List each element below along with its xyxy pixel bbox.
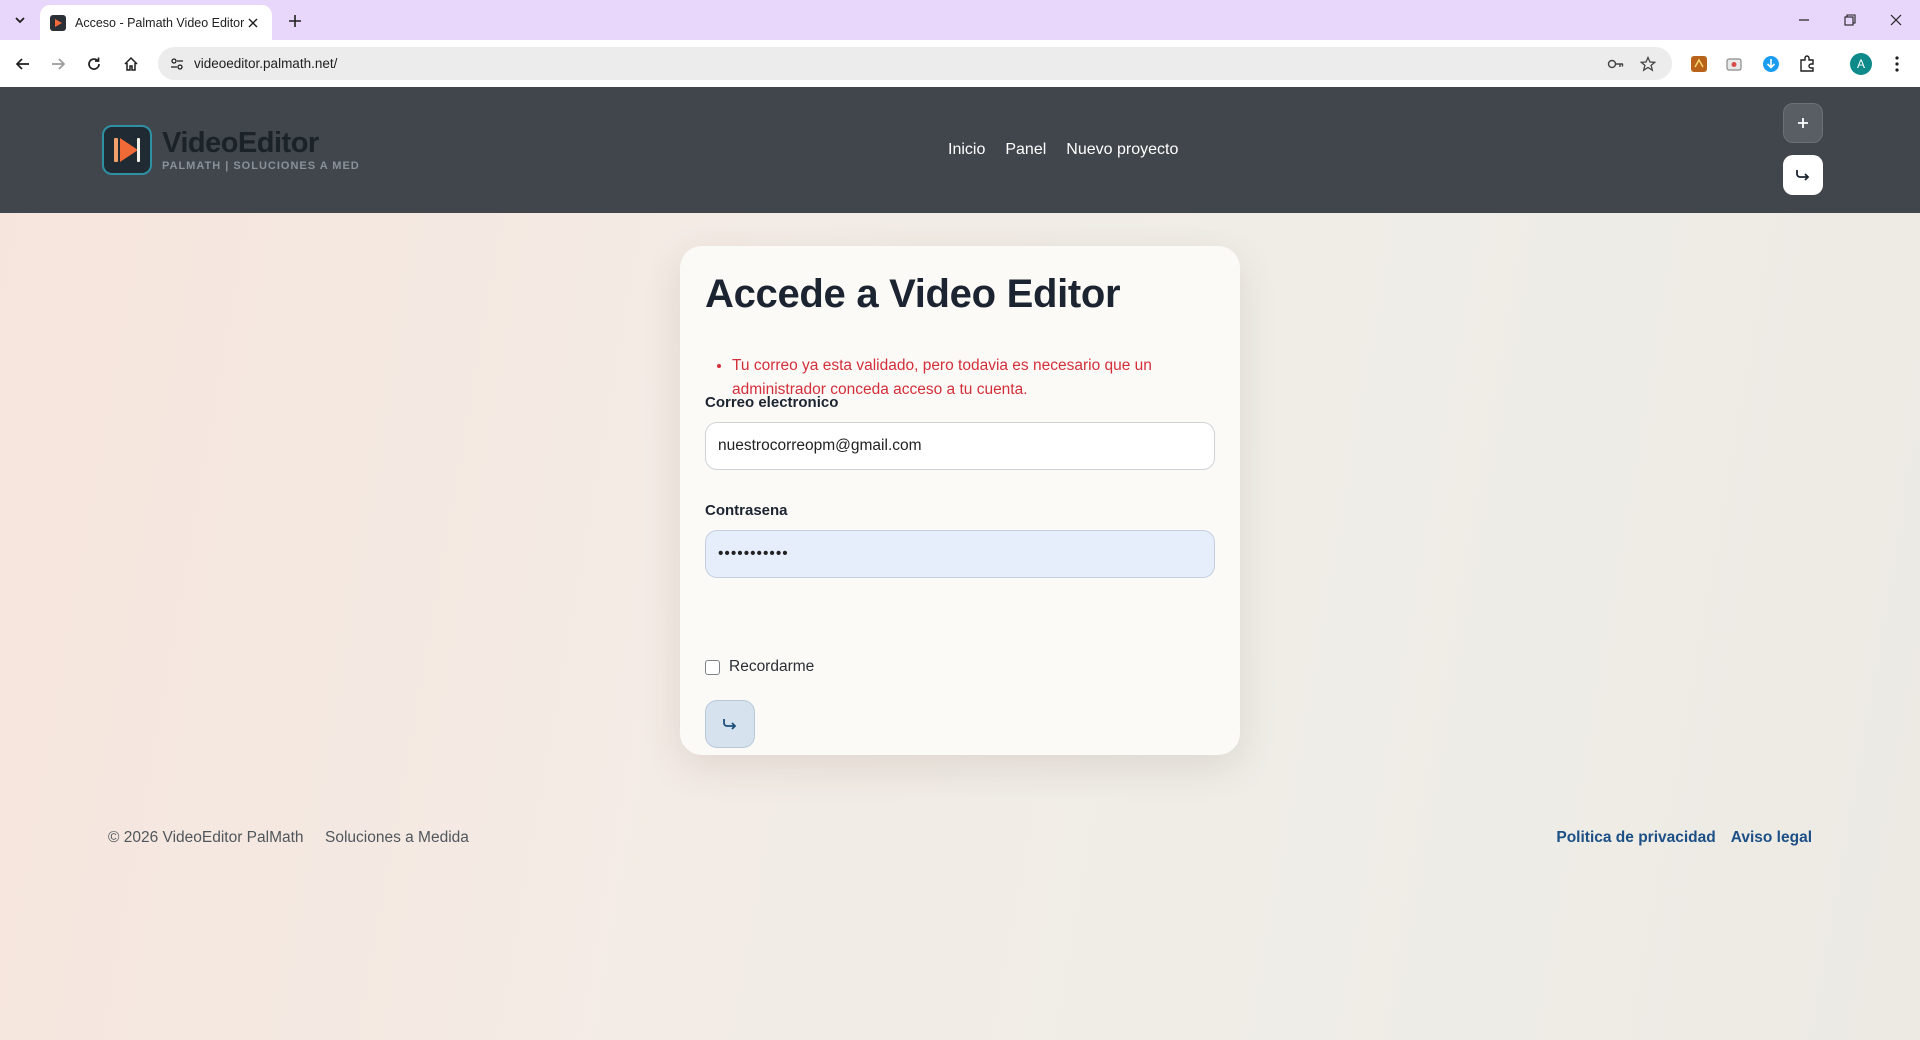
extensions-puzzle-icon[interactable] xyxy=(1796,53,1818,75)
email-field[interactable] xyxy=(705,422,1215,470)
nav-link-nuevo-proyecto[interactable]: Nuevo proyecto xyxy=(1066,141,1178,159)
brand-tagline: PALMATH | SOLUCIONES A MED xyxy=(162,160,360,172)
tab-search-chevron-icon[interactable] xyxy=(8,8,32,32)
window-restore-icon[interactable] xyxy=(1827,0,1873,40)
login-title: Accede a Video Editor xyxy=(705,272,1121,316)
plus-icon xyxy=(1798,118,1808,128)
site-viewport: VideoEditor PALMATH | SOLUCIONES A MED I… xyxy=(0,87,1920,1040)
browser-menu-icon[interactable] xyxy=(1886,53,1908,75)
footer-copyright: © 2026 VideoEditor PalMath xyxy=(108,829,304,846)
main-nav: Inicio Panel Nuevo proyecto xyxy=(948,141,1178,159)
tab-title: Acceso - Palmath Video Editor xyxy=(75,15,244,30)
video-editor-logo-icon xyxy=(102,125,152,175)
footer-tagline: Soluciones a Medida xyxy=(325,829,469,846)
new-tab-plus-icon[interactable] xyxy=(282,8,308,34)
reload-icon[interactable] xyxy=(80,50,108,78)
home-icon[interactable] xyxy=(117,50,145,78)
video-editor-favicon-icon xyxy=(50,14,66,31)
header-login-button[interactable] xyxy=(1783,155,1823,195)
browser-tab-active[interactable]: Acceso - Palmath Video Editor xyxy=(40,5,272,40)
tab-close-icon[interactable] xyxy=(244,14,262,32)
nav-link-inicio[interactable]: Inicio xyxy=(948,141,985,159)
brand-logo-link[interactable]: VideoEditor PALMATH | SOLUCIONES A MED xyxy=(102,125,360,175)
remember-me-label: Recordarme xyxy=(729,658,815,675)
back-arrow-icon[interactable] xyxy=(9,50,37,78)
new-project-button[interactable] xyxy=(1783,103,1823,143)
password-label: Contrasena xyxy=(705,502,788,519)
site-footer: © 2026 VideoEditor PalMath Soluciones a … xyxy=(0,829,1920,859)
window-minimize-icon[interactable] xyxy=(1781,0,1827,40)
login-arrow-icon xyxy=(1796,170,1810,181)
extension-screenshot-icon[interactable] xyxy=(1723,53,1745,75)
profile-avatar[interactable]: A xyxy=(1850,53,1872,75)
privacy-policy-link[interactable]: Politica de privacidad xyxy=(1556,829,1715,847)
login-arrow-icon xyxy=(723,719,737,730)
footer-links: Politica de privacidad Aviso legal xyxy=(1556,829,1812,847)
extension-brown-icon[interactable] xyxy=(1688,53,1710,75)
site-info-icon[interactable] xyxy=(168,55,186,73)
password-field[interactable] xyxy=(705,530,1215,578)
legal-notice-link[interactable]: Aviso legal xyxy=(1731,829,1812,847)
address-url: videoeditor.palmath.net/ xyxy=(194,56,338,71)
address-bar[interactable]: videoeditor.palmath.net/ xyxy=(158,47,1672,80)
email-label: Correo electronico xyxy=(705,394,839,411)
brand-name: VideoEditor xyxy=(162,127,319,159)
window-close-icon[interactable] xyxy=(1873,0,1919,40)
forward-arrow-icon[interactable] xyxy=(44,50,72,78)
login-submit-button[interactable] xyxy=(705,700,755,748)
login-card: Accede a Video Editor Tu correo ya esta … xyxy=(680,246,1240,755)
download-status-icon[interactable] xyxy=(1760,53,1782,75)
browser-toolbar: videoeditor.palmath.net/ A xyxy=(0,40,1920,87)
nav-link-panel[interactable]: Panel xyxy=(1005,141,1046,159)
password-key-icon[interactable] xyxy=(1606,54,1626,74)
bookmark-star-icon[interactable] xyxy=(1638,54,1658,74)
browser-tab-strip: Acceso - Palmath Video Editor xyxy=(0,0,1920,40)
remember-me-checkbox[interactable] xyxy=(705,659,720,675)
remember-me-row[interactable]: Recordarme xyxy=(705,658,814,676)
site-header: VideoEditor PALMATH | SOLUCIONES A MED I… xyxy=(0,87,1920,213)
